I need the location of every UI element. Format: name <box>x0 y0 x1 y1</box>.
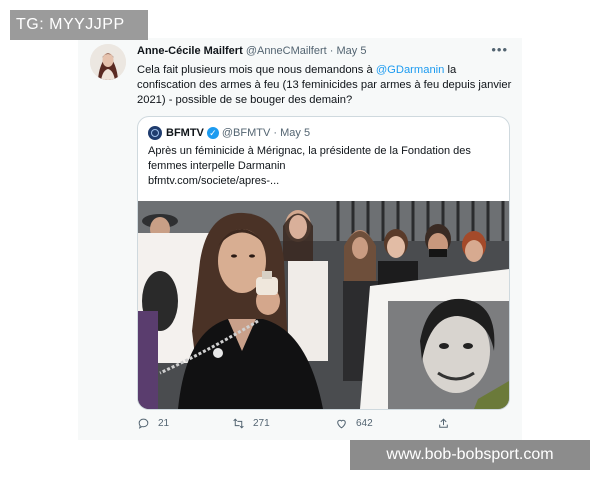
reply-icon <box>138 418 149 429</box>
avatar[interactable] <box>90 44 126 80</box>
quote-author-name[interactable]: BFMTV <box>166 127 204 139</box>
quote-date[interactable]: May 5 <box>280 127 310 139</box>
quote-body: Après un féminicide à Mérignac, la prési… <box>148 145 471 172</box>
retweet-count: 271 <box>253 418 270 429</box>
quote-text: Après un féminicide à Mérignac, la prési… <box>148 144 498 189</box>
share-button[interactable] <box>437 417 450 430</box>
reply-button[interactable]: 21 <box>137 417 169 430</box>
retweet-icon <box>233 418 244 429</box>
verified-badge-icon: ✓ <box>206 127 219 139</box>
tweet-text-part-1: Cela fait plusieurs mois que nous demand… <box>137 64 376 76</box>
author-handle[interactable]: @AnneCMailfert <box>246 45 327 57</box>
like-count: 642 <box>356 418 373 429</box>
retweet-button[interactable]: 271 <box>232 417 270 430</box>
quote-link[interactable]: bfmtv.com/societe/apres-... <box>148 174 498 189</box>
share-icon <box>439 418 448 428</box>
watermark-bottom: www.bob-bobsport.com <box>350 440 590 470</box>
reply-count: 21 <box>158 418 170 429</box>
author-name[interactable]: Anne-Cécile Mailfert <box>137 45 243 57</box>
tweet-text: Cela fait plusieurs mois que nous demand… <box>137 63 513 108</box>
quote-photo[interactable] <box>138 201 509 409</box>
watermark-top: TG: MYYJJPP <box>10 10 148 40</box>
quoted-tweet[interactable]: BFMTV ✓ @BFMTV · May 5 Après un féminici… <box>137 116 510 410</box>
separator-dot: · <box>329 45 334 57</box>
bfmtv-avatar[interactable] <box>148 126 162 140</box>
quote-author-handle[interactable]: @BFMTV <box>222 127 270 139</box>
heart-icon <box>337 419 346 429</box>
more-horizontal-icon[interactable]: ••• <box>491 42 508 57</box>
mention-link[interactable]: @GDarmanin <box>376 64 445 76</box>
quote-header: BFMTV ✓ @BFMTV · May 5 <box>148 126 310 140</box>
tweet-card[interactable]: Anne-Cécile Mailfert @AnneCMailfert · Ma… <box>78 38 522 440</box>
tweet-date[interactable]: May 5 <box>336 45 366 57</box>
protest-photo-illustration <box>138 201 509 409</box>
tweet-header: Anne-Cécile Mailfert @AnneCMailfert · Ma… <box>137 45 366 57</box>
tweet-actions: 21 271 642 <box>137 417 508 433</box>
quote-separator-dot: · <box>273 127 278 139</box>
like-button[interactable]: 642 <box>335 417 373 430</box>
